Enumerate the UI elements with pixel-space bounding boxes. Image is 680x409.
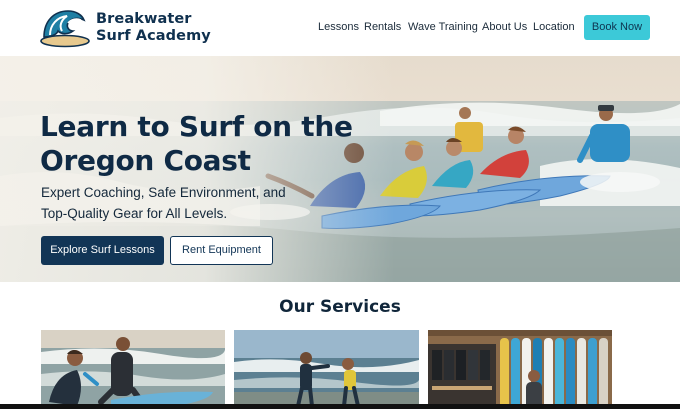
screen-bottom-edge [0,404,680,409]
explore-surf-lessons-button[interactable]: Explore Surf Lessons [41,236,164,265]
service-card-surf-lessons[interactable] [41,330,225,409]
rent-equipment-button[interactable]: Rent Equipment [170,236,273,265]
nav-link-rentals[interactable]: Rentals [364,21,401,35]
brand-name-line1: Breakwater [96,11,192,27]
nav-link-lessons[interactable]: Lessons [318,21,359,35]
service-card-rentals[interactable] [428,330,612,409]
service-card-wave-training[interactable] [234,330,419,409]
services-heading: Our Services [279,297,401,317]
rental-shop-photo [428,330,612,409]
hero-subtitle: Expert Coaching, Safe Environment, and T… [41,185,286,221]
hero-title: Learn to Surf on the Oregon Coast [40,110,353,177]
hero-section: Learn to Surf on the Oregon Coast Expert… [0,56,680,282]
nav-link-wave-training[interactable]: Wave Training [408,21,478,35]
wave-training-photo [234,330,419,409]
surf-lesson-photo [41,330,225,409]
wave-surfboard-logo-icon[interactable] [40,7,90,49]
brand-name[interactable]: Breakwater Surf Academy [96,11,211,45]
book-now-button[interactable]: Book Now [584,15,650,40]
nav-link-about-us[interactable]: About Us [482,21,527,35]
nav-link-location[interactable]: Location [533,21,575,35]
brand-name-line2: Surf Academy [96,28,211,44]
site-header: Breakwater Surf Academy Lessons Rentals … [0,0,680,56]
